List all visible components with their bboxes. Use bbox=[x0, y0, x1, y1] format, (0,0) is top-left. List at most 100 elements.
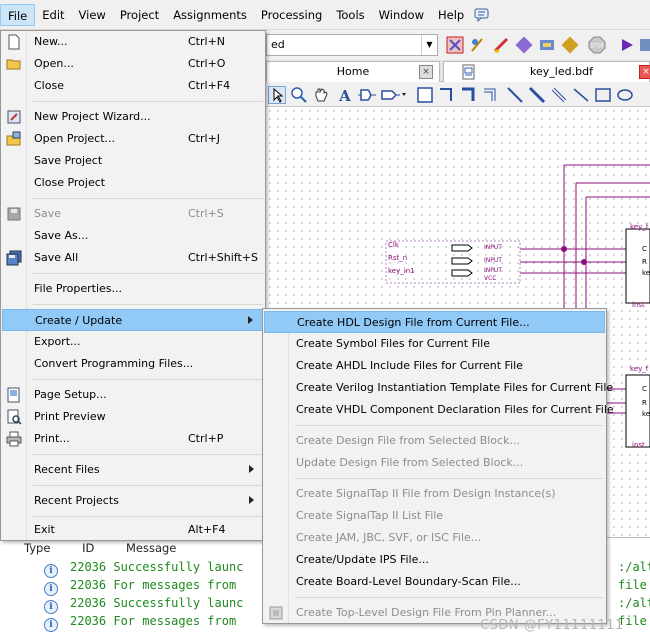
diagonal-node-icon[interactable] bbox=[506, 86, 524, 104]
block-tool-icon[interactable] bbox=[416, 86, 434, 104]
menu-file[interactable]: File bbox=[0, 3, 36, 26]
line-tool-icon[interactable] bbox=[572, 86, 590, 104]
close-icon[interactable]: × bbox=[419, 65, 433, 79]
submenu-item-create-update-ips[interactable]: Create/Update IPS File... bbox=[264, 549, 605, 571]
pin-tag-1: INPUT bbox=[484, 244, 502, 251]
zoom-tool-icon[interactable] bbox=[290, 86, 308, 104]
menu-item-save-project[interactable]: Save Project bbox=[2, 150, 264, 172]
menu-item-convert-programming-files[interactable]: Convert Programming Files... bbox=[2, 353, 264, 375]
menu-processing[interactable]: Processing bbox=[254, 4, 329, 26]
rectangle-tool-icon[interactable] bbox=[594, 86, 612, 104]
timing-icon[interactable] bbox=[561, 36, 579, 54]
menu-item-open-project[interactable]: Open Project... Ctrl+J bbox=[2, 128, 264, 150]
menu-item-create-update[interactable]: Create / Update bbox=[2, 309, 264, 331]
menu-item-new-project-wizard[interactable]: New Project Wizard... bbox=[2, 106, 264, 128]
submenu-item-create-boundary-scan[interactable]: Create Board-Level Boundary-Scan File... bbox=[264, 571, 605, 593]
menu-item-label: Close bbox=[34, 79, 64, 92]
menu-item-label: Export... bbox=[34, 335, 81, 348]
start-compile-icon[interactable] bbox=[618, 36, 636, 54]
menu-view[interactable]: View bbox=[72, 4, 113, 26]
tab-home[interactable]: Home × bbox=[266, 61, 440, 82]
menu-tools[interactable]: Tools bbox=[329, 4, 371, 26]
message-id: 22036 bbox=[70, 614, 107, 628]
menu-item-shortcut: Alt+F4 bbox=[188, 523, 226, 536]
submenu-item-create-ahdl-include[interactable]: Create AHDL Include Files for Current Fi… bbox=[264, 355, 605, 377]
assembler-icon[interactable] bbox=[538, 36, 556, 54]
message-row[interactable]: i 22036 Successfully launc bbox=[44, 594, 243, 614]
watermark: CSDN @FY11111111 bbox=[480, 618, 624, 633]
diagonal-conduit-icon[interactable] bbox=[550, 86, 568, 104]
close-icon[interactable]: × bbox=[639, 65, 650, 79]
text-tool-icon[interactable]: A bbox=[336, 86, 354, 104]
fitter-icon[interactable] bbox=[515, 36, 533, 54]
orthogonal-node-icon[interactable] bbox=[438, 86, 456, 104]
message-row[interactable]: i 22036 Successfully launc bbox=[44, 558, 243, 578]
menu-item-save-as[interactable]: Save As... bbox=[2, 225, 264, 247]
submenu-item-create-hdl[interactable]: Create HDL Design File from Current File… bbox=[264, 311, 605, 333]
menu-edit[interactable]: Edit bbox=[35, 4, 71, 26]
submenu-item-create-vhdl-component[interactable]: Create VHDL Component Declaration Files … bbox=[264, 399, 614, 421]
project-revision-combo[interactable]: ed ▼ bbox=[266, 34, 438, 56]
menu-item-page-setup[interactable]: Page Setup... bbox=[2, 384, 264, 406]
menu-help[interactable]: Help bbox=[431, 4, 471, 26]
block-pin-ke-bottom: ke bbox=[642, 410, 650, 418]
menu-assignments[interactable]: Assignments bbox=[166, 4, 254, 26]
stop-icon[interactable]: STOP bbox=[588, 36, 606, 54]
submenu-item-label: Create JAM, JBC, SVF, or ISC File... bbox=[296, 531, 482, 544]
menu-item-new[interactable]: New... Ctrl+N bbox=[2, 31, 264, 53]
menu-item-save[interactable]: Save Ctrl+S bbox=[2, 203, 264, 225]
submenu-item-create-signaltap-file[interactable]: Create SignalTap II File from Design Ins… bbox=[264, 483, 605, 505]
menu-item-open[interactable]: Open... Ctrl+O bbox=[2, 53, 264, 75]
menu-item-close[interactable]: Close Ctrl+F4 bbox=[2, 75, 264, 97]
synthesis-icon[interactable] bbox=[492, 36, 510, 54]
menu-item-recent-files[interactable]: Recent Files bbox=[2, 459, 264, 481]
menu-item-label: Recent Projects bbox=[34, 494, 119, 507]
submenu-item-create-signaltap-list[interactable]: Create SignalTap II List File bbox=[264, 505, 605, 527]
col-type[interactable]: Type bbox=[24, 541, 50, 555]
menu-item-print-preview[interactable]: Print Preview bbox=[2, 406, 264, 428]
open-folder-icon bbox=[6, 59, 21, 70]
col-message[interactable]: Message bbox=[126, 541, 176, 555]
menu-item-exit[interactable]: Exit Alt+F4 bbox=[2, 519, 264, 541]
submenu-item-create-verilog-template[interactable]: Create Verilog Instantiation Template Fi… bbox=[264, 377, 613, 399]
message-text: For messages from bbox=[113, 578, 237, 592]
menu-project[interactable]: Project bbox=[113, 4, 166, 26]
help-chat-icon[interactable] bbox=[473, 8, 491, 22]
oval-tool-icon[interactable] bbox=[616, 86, 634, 104]
menu-item-recent-projects[interactable]: Recent Projects bbox=[2, 490, 264, 512]
block-inst-top: inst bbox=[632, 301, 645, 309]
chevron-down-icon[interactable]: ▼ bbox=[421, 35, 437, 55]
orthogonal-bus-icon[interactable] bbox=[460, 86, 478, 104]
message-row[interactable]: i 22036 For messages from bbox=[44, 612, 236, 632]
menu-item-export[interactable]: Export... bbox=[2, 331, 264, 353]
hand-tool-icon[interactable] bbox=[312, 86, 330, 104]
analysis-icon[interactable] bbox=[469, 36, 487, 54]
submenu-item-create-symbol[interactable]: Create Symbol Files for Current File bbox=[264, 333, 605, 355]
program-icon[interactable] bbox=[638, 36, 650, 54]
diagonal-bus-icon[interactable] bbox=[528, 86, 546, 104]
symbol-tool-icon[interactable] bbox=[358, 86, 376, 104]
menu-item-label: Exit bbox=[34, 523, 55, 536]
compile-stop-icon[interactable] bbox=[446, 36, 464, 54]
menu-item-print[interactable]: Print... Ctrl+P bbox=[2, 428, 264, 450]
submenu-item-create-design-from-block[interactable]: Create Design File from Selected Block..… bbox=[264, 430, 605, 452]
submenu-item-update-design-from-block[interactable]: Update Design File from Selected Block..… bbox=[264, 452, 605, 474]
submenu-item-label: Create Verilog Instantiation Template Fi… bbox=[296, 381, 614, 394]
menu-item-file-properties[interactable]: File Properties... bbox=[2, 278, 264, 300]
tab-key-led-bdf[interactable]: key_led.bdf × bbox=[443, 61, 650, 82]
message-row[interactable]: i 22036 For messages from bbox=[44, 576, 237, 596]
submenu-item-label: Create Board-Level Boundary-Scan File... bbox=[296, 575, 521, 588]
menu-window[interactable]: Window bbox=[372, 4, 431, 26]
col-id[interactable]: ID bbox=[82, 541, 94, 555]
pin-tag-4: VCC bbox=[484, 275, 497, 282]
save-all-icon bbox=[6, 250, 22, 266]
menu-separator bbox=[295, 425, 603, 426]
menu-item-close-project[interactable]: Close Project bbox=[2, 172, 264, 194]
menu-separator bbox=[33, 101, 263, 102]
selection-tool-icon[interactable] bbox=[268, 86, 286, 104]
pin-tool-icon[interactable] bbox=[380, 86, 408, 104]
menu-item-save-all[interactable]: Save All Ctrl+Shift+S bbox=[2, 247, 264, 269]
combo-value: ed bbox=[271, 38, 285, 51]
orthogonal-conduit-icon[interactable] bbox=[482, 86, 500, 104]
submenu-item-create-jam-jbc[interactable]: Create JAM, JBC, SVF, or ISC File... bbox=[264, 527, 605, 549]
